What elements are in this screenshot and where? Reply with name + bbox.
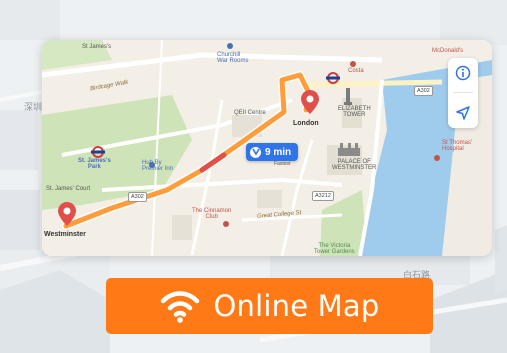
map-label-st-james-street: St James's [82, 44, 112, 50]
map-label-cinnamon-club: The Cinnamon Club [192, 208, 232, 220]
map-card[interactable]: St James's Churchill War Rooms Birdcage … [42, 40, 492, 256]
road-badge-a302-right: A302 [414, 86, 433, 96]
navigation-arrow-icon [456, 106, 470, 120]
map-label-st-thomas: St Thomas' Hospital [442, 140, 473, 152]
locate-button[interactable] [452, 102, 474, 124]
cafe-poi-icon [350, 61, 356, 67]
eta-time: 9 min [265, 146, 292, 158]
online-map-button[interactable]: Online Map [106, 278, 433, 334]
eta-subtitle: Fastest [274, 161, 291, 167]
palace-of-westminster-icon [338, 143, 360, 156]
hospital-poi-icon [434, 155, 440, 161]
map-label-victoria-tower: The Victoria Tower Gardens [314, 243, 355, 255]
map-controls [448, 58, 478, 128]
road-badge-a3212: A3212 [312, 191, 334, 201]
road-badge-a302: A302 [128, 192, 147, 202]
map-label-churchill: Churchill War Rooms [217, 52, 249, 64]
controls-divider [453, 92, 473, 94]
background-label-left: 深圳 [24, 102, 43, 112]
online-map-label: Online Map [213, 289, 380, 323]
info-button[interactable] [452, 62, 474, 84]
map-label-qeii-centre: QEII Centre [234, 110, 266, 116]
map-label-costa: Costa [348, 68, 364, 74]
restaurant-poi-icon [223, 221, 229, 227]
map-label-palace-westminster: PALACE OF WESTMINSTER [332, 159, 377, 171]
destination-pin-icon[interactable] [301, 90, 319, 114]
origin-label: Westminster [44, 231, 86, 238]
map-label-mcdonalds: McDonald's [432, 48, 464, 54]
map-label-hub-premier-inn: Hub By Premier Inn [142, 160, 174, 172]
info-icon [455, 65, 471, 81]
origin-pin-icon[interactable] [58, 202, 76, 226]
metro-icon [250, 146, 261, 158]
eta-badge[interactable]: 9 min [246, 143, 299, 161]
wifi-icon [160, 291, 199, 323]
map-label-elizabeth-tower: ELIZABETH TOWER [338, 106, 371, 118]
museum-poi-icon [227, 43, 233, 49]
map-label-st-james-court: St. James' Court [46, 186, 91, 192]
map-label-st-james-park: St. James's Park [78, 158, 111, 170]
destination-label: London [293, 120, 319, 127]
